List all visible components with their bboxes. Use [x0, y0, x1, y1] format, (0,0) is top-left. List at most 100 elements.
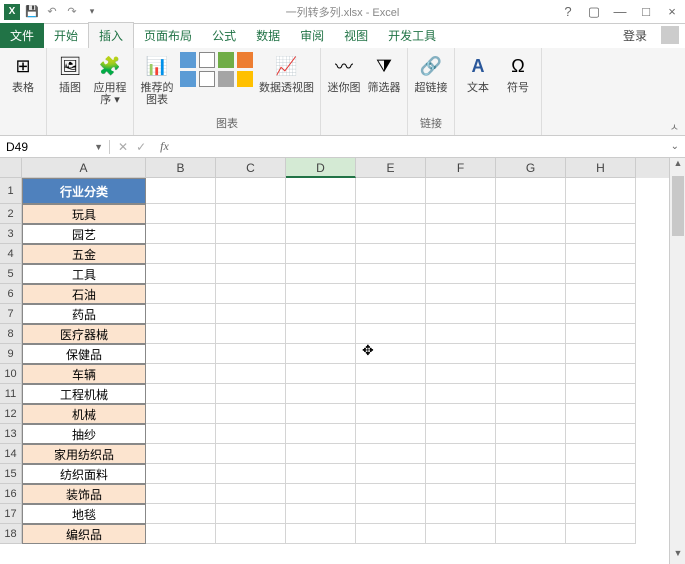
cell[interactable]: 机械: [22, 404, 146, 424]
text-button[interactable]: A文本: [461, 52, 495, 94]
cell[interactable]: [146, 264, 216, 284]
row-header[interactable]: 15: [0, 464, 22, 484]
cell[interactable]: [426, 504, 496, 524]
row-header[interactable]: 6: [0, 284, 22, 304]
cell[interactable]: [146, 424, 216, 444]
cell[interactable]: [566, 178, 636, 204]
row-header[interactable]: 18: [0, 524, 22, 544]
cell[interactable]: [566, 464, 636, 484]
tab-data[interactable]: 数据: [246, 23, 290, 48]
close-icon[interactable]: ×: [663, 4, 681, 20]
cell[interactable]: [426, 524, 496, 544]
row-header[interactable]: 5: [0, 264, 22, 284]
cell[interactable]: [426, 404, 496, 424]
row-header[interactable]: 11: [0, 384, 22, 404]
cell[interactable]: [426, 324, 496, 344]
apps-button[interactable]: 🧩应用程 序 ▾: [93, 52, 127, 106]
cell[interactable]: [146, 484, 216, 504]
row-header[interactable]: 10: [0, 364, 22, 384]
cell[interactable]: [146, 304, 216, 324]
cancel-icon[interactable]: ✕: [118, 140, 128, 154]
cell[interactable]: [216, 204, 286, 224]
cell[interactable]: [426, 364, 496, 384]
cell[interactable]: [496, 464, 566, 484]
col-header-A[interactable]: A: [22, 158, 146, 178]
cell[interactable]: [356, 524, 426, 544]
cell[interactable]: [356, 364, 426, 384]
ribbon-options-icon[interactable]: ▢: [585, 4, 603, 20]
row-header[interactable]: 3: [0, 224, 22, 244]
cell[interactable]: [566, 444, 636, 464]
cell[interactable]: [496, 204, 566, 224]
minimize-icon[interactable]: —: [611, 4, 629, 20]
cell[interactable]: [216, 444, 286, 464]
cell[interactable]: 石油: [22, 284, 146, 304]
save-icon[interactable]: 💾: [24, 4, 40, 20]
cell[interactable]: 保健品: [22, 344, 146, 364]
namebox-dropdown-icon[interactable]: ▼: [94, 142, 103, 152]
cell[interactable]: [216, 224, 286, 244]
col-header-E[interactable]: E: [356, 158, 426, 178]
cell[interactable]: [146, 324, 216, 344]
cell[interactable]: [426, 178, 496, 204]
cell[interactable]: [356, 204, 426, 224]
cell[interactable]: 地毯: [22, 504, 146, 524]
cell[interactable]: [286, 244, 356, 264]
cell[interactable]: [566, 284, 636, 304]
col-header-H[interactable]: H: [566, 158, 636, 178]
cell[interactable]: [146, 284, 216, 304]
qat-dropdown-icon[interactable]: ▾: [84, 4, 100, 20]
cell[interactable]: [216, 178, 286, 204]
cell[interactable]: [216, 304, 286, 324]
fx-icon[interactable]: fx: [154, 139, 175, 154]
cell[interactable]: [286, 304, 356, 324]
cell[interactable]: [566, 344, 636, 364]
cell[interactable]: [496, 504, 566, 524]
cell[interactable]: [356, 404, 426, 424]
cell[interactable]: [496, 444, 566, 464]
vertical-scrollbar[interactable]: ▲ ▼: [669, 158, 685, 564]
cell[interactable]: 编织品: [22, 524, 146, 544]
cell[interactable]: [566, 324, 636, 344]
sparklines-button[interactable]: 〰迷你图: [327, 52, 361, 94]
cell[interactable]: [216, 324, 286, 344]
collapse-ribbon-icon[interactable]: ㅅ: [670, 119, 679, 134]
cell[interactable]: [356, 504, 426, 524]
cell[interactable]: [216, 524, 286, 544]
cell[interactable]: [286, 424, 356, 444]
hyperlink-button[interactable]: 🔗超链接: [414, 52, 448, 94]
cell[interactable]: [286, 204, 356, 224]
row-header[interactable]: 14: [0, 444, 22, 464]
cell[interactable]: [146, 504, 216, 524]
cell[interactable]: 行业分类: [22, 178, 146, 204]
cell[interactable]: [356, 464, 426, 484]
cell[interactable]: [216, 264, 286, 284]
cell[interactable]: [496, 344, 566, 364]
col-header-G[interactable]: G: [496, 158, 566, 178]
cell[interactable]: [496, 224, 566, 244]
cell[interactable]: [566, 304, 636, 324]
filter-button[interactable]: ⧩筛选器: [367, 52, 401, 94]
tab-home[interactable]: 开始: [44, 23, 88, 48]
cell[interactable]: [566, 244, 636, 264]
cell[interactable]: [426, 244, 496, 264]
row-header[interactable]: 13: [0, 424, 22, 444]
cell[interactable]: [496, 524, 566, 544]
cell[interactable]: [426, 204, 496, 224]
cell[interactable]: 五金: [22, 244, 146, 264]
cell[interactable]: [216, 344, 286, 364]
cell[interactable]: [216, 364, 286, 384]
col-header-C[interactable]: C: [216, 158, 286, 178]
cell[interactable]: [566, 484, 636, 504]
cell[interactable]: [216, 464, 286, 484]
col-header-B[interactable]: B: [146, 158, 216, 178]
cell[interactable]: [496, 324, 566, 344]
cell[interactable]: [146, 444, 216, 464]
cell[interactable]: [566, 224, 636, 244]
scroll-thumb[interactable]: [672, 176, 684, 236]
cell[interactable]: [356, 444, 426, 464]
cell[interactable]: [286, 224, 356, 244]
cell[interactable]: [566, 424, 636, 444]
cell[interactable]: [426, 304, 496, 324]
row-header[interactable]: 8: [0, 324, 22, 344]
